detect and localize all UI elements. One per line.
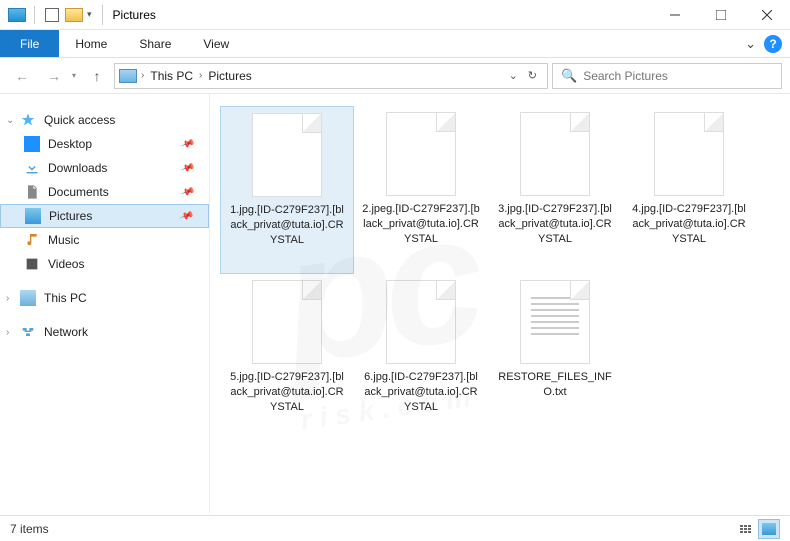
recent-locations-icon[interactable]: ▾ [72,71,76,80]
file-icon [654,112,724,196]
window-title: Pictures [113,8,156,22]
file-icon [252,113,322,197]
file-icon [386,112,456,196]
sidebar-label: Quick access [44,113,115,127]
ribbon-tabs: File Home Share View ⌄ ? [0,30,790,58]
chevron-right-icon[interactable]: › [141,70,144,81]
sidebar-item-documents[interactable]: Documents 📌 [0,180,209,204]
sidebar-item-videos[interactable]: Videos [0,252,209,276]
sidebar-label: Network [44,325,88,339]
minimize-button[interactable] [652,0,698,30]
explorer-app-icon [8,8,26,22]
qat-customize-icon[interactable]: ▾ [87,9,92,20]
thispc-icon [20,290,36,306]
file-list[interactable]: 1.jpg.[ID-C279F237].[black_privat@tuta.i… [210,94,790,513]
file-name-label: 4.jpg.[ID-C279F237].[black_privat@tuta.i… [630,202,748,247]
sidebar-item-network[interactable]: › Network [0,320,209,344]
status-item-count: 7 items [10,522,49,536]
sidebar-item-quickaccess[interactable]: ⌄ Quick access [0,108,209,132]
network-icon [20,324,36,340]
star-icon [20,112,36,128]
title-bar: ▾ Pictures [0,0,790,30]
sidebar-label: Documents [48,185,109,199]
sidebar-item-desktop[interactable]: Desktop 📌 [0,132,209,156]
status-bar: 7 items [0,515,790,541]
sidebar-label: Pictures [49,209,92,223]
tab-share[interactable]: Share [123,30,187,57]
file-item[interactable]: RESTORE_FILES_INFO.txt [488,274,622,442]
sidebar-item-music[interactable]: Music [0,228,209,252]
pin-icon: 📌 [179,136,195,151]
back-button[interactable]: ← [8,63,36,89]
pin-icon: 📌 [178,208,194,223]
breadcrumb-pictures[interactable]: Pictures [204,69,255,83]
text-file-icon [520,280,590,364]
navigation-pane: ⌄ Quick access Desktop 📌 Downloads 📌 Doc… [0,94,210,513]
chevron-right-icon[interactable]: › [199,70,202,81]
sidebar-label: Music [48,233,79,247]
music-icon [24,232,40,248]
pin-icon: 📌 [179,160,195,175]
forward-button[interactable]: → [40,63,68,89]
file-name-label: RESTORE_FILES_INFO.txt [496,370,614,400]
close-button[interactable] [744,0,790,30]
file-name-label: 1.jpg.[ID-C279F237].[black_privat@tuta.i… [229,203,345,248]
up-button[interactable]: ↑ [84,63,110,89]
documents-icon [24,184,40,200]
address-dropdown-icon[interactable]: ⌄ [509,69,518,82]
file-tab[interactable]: File [0,30,59,57]
view-thumbnails-button[interactable] [758,519,780,539]
qat-properties-icon[interactable] [43,6,61,24]
desktop-icon [24,136,40,152]
pin-icon: 📌 [179,184,195,199]
navigation-bar: ← → ▾ ↑ › This PC › Pictures ⌄ ↻ 🔍 [0,58,790,94]
downloads-icon [24,160,40,176]
sidebar-item-pictures[interactable]: Pictures 📌 [0,204,209,228]
refresh-icon[interactable]: ↻ [528,69,537,82]
pictures-icon [25,208,41,224]
sidebar-label: Desktop [48,137,92,151]
sidebar-item-downloads[interactable]: Downloads 📌 [0,156,209,180]
file-icon [386,280,456,364]
help-icon[interactable]: ? [764,35,782,53]
file-name-label: 6.jpg.[ID-C279F237].[black_privat@tuta.i… [362,370,480,415]
tree-collapse-icon[interactable]: ⌄ [6,115,14,126]
qat-newfolder-icon[interactable] [65,6,83,24]
file-icon [252,280,322,364]
file-item[interactable]: 2.jpeg.[ID-C279F237].[black_privat@tuta.… [354,106,488,274]
sidebar-label: This PC [44,291,87,305]
file-item[interactable]: 6.jpg.[ID-C279F237].[black_privat@tuta.i… [354,274,488,442]
address-bar[interactable]: › This PC › Pictures ⌄ ↻ [114,63,548,89]
file-item[interactable]: 1.jpg.[ID-C279F237].[black_privat@tuta.i… [220,106,354,274]
file-name-label: 3.jpg.[ID-C279F237].[black_privat@tuta.i… [496,202,614,247]
file-item[interactable]: 3.jpg.[ID-C279F237].[black_privat@tuta.i… [488,106,622,274]
maximize-button[interactable] [698,0,744,30]
breadcrumb-thispc[interactable]: This PC [146,69,197,83]
sidebar-label: Downloads [48,161,107,175]
file-item[interactable]: 5.jpg.[ID-C279F237].[black_privat@tuta.i… [220,274,354,442]
sidebar-label: Videos [48,257,84,271]
search-box[interactable]: 🔍 [552,63,782,89]
ribbon-expand-icon[interactable]: ⌄ [745,36,756,52]
address-folder-icon [119,69,137,83]
tab-home[interactable]: Home [59,30,123,57]
tab-view[interactable]: View [187,30,245,57]
sidebar-item-thispc[interactable]: › This PC [0,286,209,310]
search-icon: 🔍 [561,68,577,84]
file-name-label: 2.jpeg.[ID-C279F237].[black_privat@tuta.… [362,202,480,247]
file-item[interactable]: 4.jpg.[ID-C279F237].[black_privat@tuta.i… [622,106,756,274]
tree-expand-icon[interactable]: › [6,327,9,338]
tree-expand-icon[interactable]: › [6,293,9,304]
file-icon [520,112,590,196]
search-input[interactable] [583,69,773,83]
file-name-label: 5.jpg.[ID-C279F237].[black_privat@tuta.i… [228,370,346,415]
view-details-button[interactable] [734,519,756,539]
videos-icon [24,256,40,272]
